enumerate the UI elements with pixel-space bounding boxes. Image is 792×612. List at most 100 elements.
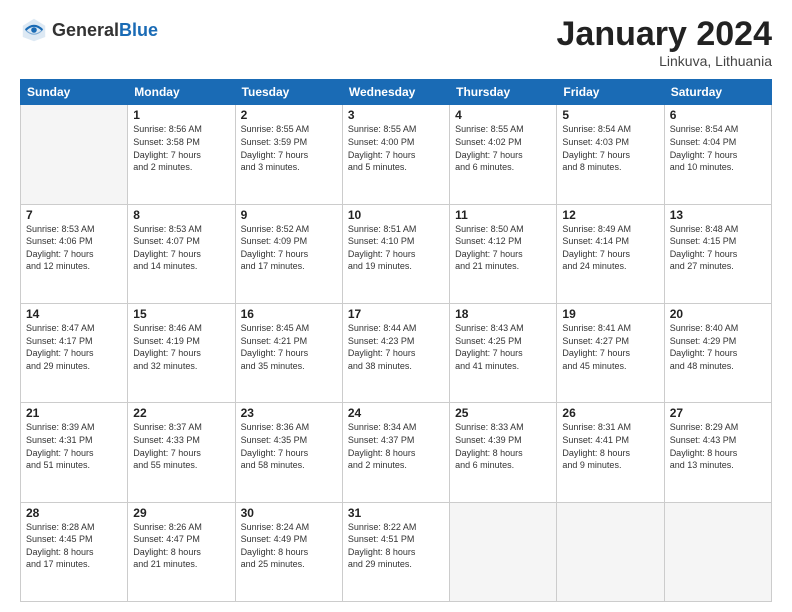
month-title: January 2024 xyxy=(557,16,773,53)
calendar-day-header: Sunday xyxy=(21,80,128,105)
calendar-day-cell: 28Sunrise: 8:28 AMSunset: 4:45 PMDayligh… xyxy=(21,502,128,601)
logo-icon xyxy=(20,16,48,44)
day-info: Sunrise: 8:54 AMSunset: 4:03 PMDaylight:… xyxy=(562,123,658,173)
day-info: Sunrise: 8:44 AMSunset: 4:23 PMDaylight:… xyxy=(348,322,444,372)
calendar-day-cell: 27Sunrise: 8:29 AMSunset: 4:43 PMDayligh… xyxy=(664,403,771,502)
calendar-day-cell xyxy=(557,502,664,601)
day-info: Sunrise: 8:22 AMSunset: 4:51 PMDaylight:… xyxy=(348,521,444,571)
day-number: 15 xyxy=(133,307,229,321)
day-number: 14 xyxy=(26,307,122,321)
calendar-week-row: 21Sunrise: 8:39 AMSunset: 4:31 PMDayligh… xyxy=(21,403,772,502)
day-info: Sunrise: 8:33 AMSunset: 4:39 PMDaylight:… xyxy=(455,421,551,471)
calendar-day-cell: 20Sunrise: 8:40 AMSunset: 4:29 PMDayligh… xyxy=(664,304,771,403)
calendar-day-header: Monday xyxy=(128,80,235,105)
day-number: 24 xyxy=(348,406,444,420)
day-info: Sunrise: 8:31 AMSunset: 4:41 PMDaylight:… xyxy=(562,421,658,471)
logo: General Blue xyxy=(20,16,158,44)
day-info: Sunrise: 8:46 AMSunset: 4:19 PMDaylight:… xyxy=(133,322,229,372)
calendar-day-cell: 12Sunrise: 8:49 AMSunset: 4:14 PMDayligh… xyxy=(557,204,664,303)
page: General Blue January 2024 Linkuva, Lithu… xyxy=(0,0,792,612)
calendar-day-cell: 13Sunrise: 8:48 AMSunset: 4:15 PMDayligh… xyxy=(664,204,771,303)
day-info: Sunrise: 8:29 AMSunset: 4:43 PMDaylight:… xyxy=(670,421,766,471)
calendar-day-cell: 16Sunrise: 8:45 AMSunset: 4:21 PMDayligh… xyxy=(235,304,342,403)
day-info: Sunrise: 8:28 AMSunset: 4:45 PMDaylight:… xyxy=(26,521,122,571)
day-number: 7 xyxy=(26,208,122,222)
day-number: 28 xyxy=(26,506,122,520)
day-number: 26 xyxy=(562,406,658,420)
day-info: Sunrise: 8:53 AMSunset: 4:07 PMDaylight:… xyxy=(133,223,229,273)
day-number: 2 xyxy=(241,108,337,122)
logo-general-text: General xyxy=(52,20,119,41)
calendar-table: SundayMondayTuesdayWednesdayThursdayFrid… xyxy=(20,79,772,602)
calendar-day-header: Tuesday xyxy=(235,80,342,105)
calendar-week-row: 1Sunrise: 8:56 AMSunset: 3:58 PMDaylight… xyxy=(21,105,772,204)
day-info: Sunrise: 8:52 AMSunset: 4:09 PMDaylight:… xyxy=(241,223,337,273)
calendar-day-cell: 23Sunrise: 8:36 AMSunset: 4:35 PMDayligh… xyxy=(235,403,342,502)
day-number: 11 xyxy=(455,208,551,222)
day-info: Sunrise: 8:24 AMSunset: 4:49 PMDaylight:… xyxy=(241,521,337,571)
calendar-day-cell xyxy=(664,502,771,601)
calendar-day-cell: 6Sunrise: 8:54 AMSunset: 4:04 PMDaylight… xyxy=(664,105,771,204)
day-number: 25 xyxy=(455,406,551,420)
day-number: 31 xyxy=(348,506,444,520)
day-info: Sunrise: 8:56 AMSunset: 3:58 PMDaylight:… xyxy=(133,123,229,173)
day-info: Sunrise: 8:50 AMSunset: 4:12 PMDaylight:… xyxy=(455,223,551,273)
day-number: 19 xyxy=(562,307,658,321)
day-number: 17 xyxy=(348,307,444,321)
day-number: 6 xyxy=(670,108,766,122)
calendar-day-header: Saturday xyxy=(664,80,771,105)
day-info: Sunrise: 8:45 AMSunset: 4:21 PMDaylight:… xyxy=(241,322,337,372)
day-number: 1 xyxy=(133,108,229,122)
calendar-day-cell: 18Sunrise: 8:43 AMSunset: 4:25 PMDayligh… xyxy=(450,304,557,403)
day-info: Sunrise: 8:34 AMSunset: 4:37 PMDaylight:… xyxy=(348,421,444,471)
day-info: Sunrise: 8:48 AMSunset: 4:15 PMDaylight:… xyxy=(670,223,766,273)
day-number: 4 xyxy=(455,108,551,122)
day-info: Sunrise: 8:53 AMSunset: 4:06 PMDaylight:… xyxy=(26,223,122,273)
day-number: 5 xyxy=(562,108,658,122)
day-number: 8 xyxy=(133,208,229,222)
calendar-day-cell: 14Sunrise: 8:47 AMSunset: 4:17 PMDayligh… xyxy=(21,304,128,403)
calendar-day-cell: 25Sunrise: 8:33 AMSunset: 4:39 PMDayligh… xyxy=(450,403,557,502)
calendar-day-cell: 1Sunrise: 8:56 AMSunset: 3:58 PMDaylight… xyxy=(128,105,235,204)
calendar-day-cell: 19Sunrise: 8:41 AMSunset: 4:27 PMDayligh… xyxy=(557,304,664,403)
day-number: 13 xyxy=(670,208,766,222)
calendar-header-row: SundayMondayTuesdayWednesdayThursdayFrid… xyxy=(21,80,772,105)
calendar-day-cell: 8Sunrise: 8:53 AMSunset: 4:07 PMDaylight… xyxy=(128,204,235,303)
calendar-day-cell: 15Sunrise: 8:46 AMSunset: 4:19 PMDayligh… xyxy=(128,304,235,403)
day-info: Sunrise: 8:55 AMSunset: 4:02 PMDaylight:… xyxy=(455,123,551,173)
calendar-day-cell: 3Sunrise: 8:55 AMSunset: 4:00 PMDaylight… xyxy=(342,105,449,204)
day-number: 12 xyxy=(562,208,658,222)
calendar-day-cell: 29Sunrise: 8:26 AMSunset: 4:47 PMDayligh… xyxy=(128,502,235,601)
day-number: 20 xyxy=(670,307,766,321)
day-info: Sunrise: 8:49 AMSunset: 4:14 PMDaylight:… xyxy=(562,223,658,273)
logo-blue-text: Blue xyxy=(119,20,158,41)
day-info: Sunrise: 8:40 AMSunset: 4:29 PMDaylight:… xyxy=(670,322,766,372)
day-number: 10 xyxy=(348,208,444,222)
calendar-day-cell: 9Sunrise: 8:52 AMSunset: 4:09 PMDaylight… xyxy=(235,204,342,303)
day-number: 9 xyxy=(241,208,337,222)
calendar-day-cell: 7Sunrise: 8:53 AMSunset: 4:06 PMDaylight… xyxy=(21,204,128,303)
day-info: Sunrise: 8:43 AMSunset: 4:25 PMDaylight:… xyxy=(455,322,551,372)
day-number: 3 xyxy=(348,108,444,122)
calendar-day-cell: 31Sunrise: 8:22 AMSunset: 4:51 PMDayligh… xyxy=(342,502,449,601)
day-info: Sunrise: 8:47 AMSunset: 4:17 PMDaylight:… xyxy=(26,322,122,372)
day-info: Sunrise: 8:26 AMSunset: 4:47 PMDaylight:… xyxy=(133,521,229,571)
calendar-day-cell: 26Sunrise: 8:31 AMSunset: 4:41 PMDayligh… xyxy=(557,403,664,502)
day-number: 21 xyxy=(26,406,122,420)
day-info: Sunrise: 8:39 AMSunset: 4:31 PMDaylight:… xyxy=(26,421,122,471)
day-number: 30 xyxy=(241,506,337,520)
calendar-day-cell: 2Sunrise: 8:55 AMSunset: 3:59 PMDaylight… xyxy=(235,105,342,204)
calendar-day-cell: 21Sunrise: 8:39 AMSunset: 4:31 PMDayligh… xyxy=(21,403,128,502)
calendar-day-header: Thursday xyxy=(450,80,557,105)
calendar-week-row: 14Sunrise: 8:47 AMSunset: 4:17 PMDayligh… xyxy=(21,304,772,403)
calendar-day-cell xyxy=(450,502,557,601)
location-subtitle: Linkuva, Lithuania xyxy=(557,53,773,69)
calendar-day-cell: 30Sunrise: 8:24 AMSunset: 4:49 PMDayligh… xyxy=(235,502,342,601)
day-number: 27 xyxy=(670,406,766,420)
day-number: 22 xyxy=(133,406,229,420)
day-info: Sunrise: 8:55 AMSunset: 3:59 PMDaylight:… xyxy=(241,123,337,173)
day-info: Sunrise: 8:36 AMSunset: 4:35 PMDaylight:… xyxy=(241,421,337,471)
calendar-week-row: 7Sunrise: 8:53 AMSunset: 4:06 PMDaylight… xyxy=(21,204,772,303)
calendar-day-cell xyxy=(21,105,128,204)
calendar-day-cell: 11Sunrise: 8:50 AMSunset: 4:12 PMDayligh… xyxy=(450,204,557,303)
